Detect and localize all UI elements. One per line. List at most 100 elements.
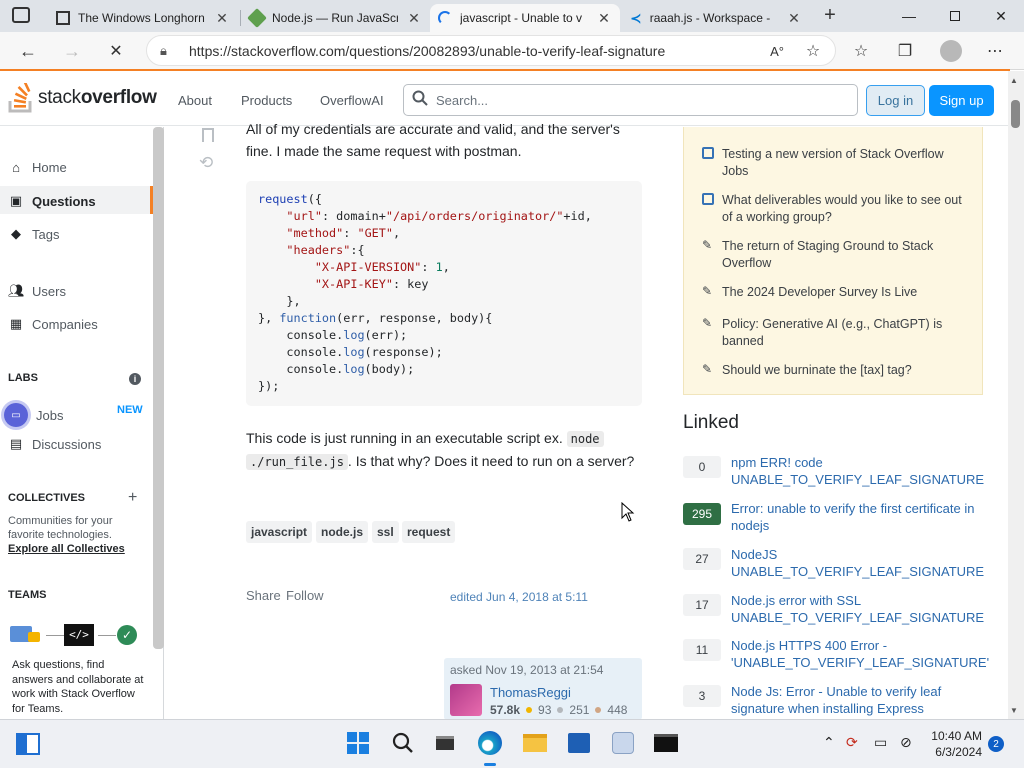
- search-input[interactable]: Search...: [403, 84, 858, 116]
- window-close-button[interactable]: ✕: [978, 0, 1024, 32]
- questions-icon: ▣: [9, 193, 23, 208]
- profile-avatar[interactable]: [936, 38, 966, 64]
- sidebar-item-companies[interactable]: ▦ Companies: [8, 316, 98, 332]
- logo-text: stackoverflow: [38, 87, 157, 108]
- teams-description: Ask questions, find answers and collabora…: [12, 659, 144, 715]
- tab-divider: [240, 10, 241, 26]
- linked-question-link[interactable]: NodeJS UNABLE_TO_VERIFY_LEAF_SIGNATURE: [731, 546, 984, 580]
- restore-button[interactable]: [932, 0, 978, 32]
- scroll-up-arrow[interactable]: ▲: [1010, 76, 1018, 85]
- file-explorer-icon[interactable]: [518, 726, 552, 760]
- close-icon[interactable]: ✕: [406, 10, 422, 27]
- tag-request[interactable]: request: [402, 521, 456, 543]
- linked-question-link[interactable]: Node.js HTTPS 400 Error - 'UNABLE_TO_VER…: [731, 637, 989, 671]
- linked-question-link[interactable]: Node.js error with SSL UNABLE_TO_VERIFY_…: [731, 592, 984, 626]
- search-icon: [412, 90, 428, 111]
- back-button[interactable]: ←: [12, 36, 44, 66]
- terminal-icon[interactable]: [649, 726, 683, 760]
- meta-link[interactable]: Should we burninate the [tax] tag?: [722, 362, 972, 379]
- linked-question-link[interactable]: Error: unable to verify the first certif…: [731, 500, 981, 534]
- add-favorite-icon[interactable]: ☆: [798, 38, 828, 64]
- meta-link[interactable]: What deliverables would you like to see …: [722, 192, 972, 226]
- read-aloud-icon[interactable]: A°: [762, 38, 792, 64]
- stop-button[interactable]: ✕: [100, 36, 132, 66]
- meta-link[interactable]: Testing a new version of Stack Overflow …: [722, 146, 972, 180]
- bookmark-icon[interactable]: [202, 128, 214, 142]
- add-collective-icon[interactable]: +: [128, 489, 137, 507]
- user-reputation: 57.8k 93 251 448: [490, 703, 628, 717]
- app-icon[interactable]: [606, 726, 640, 760]
- show-hidden-icons[interactable]: ⌃: [823, 734, 835, 751]
- edge-icon[interactable]: [473, 726, 507, 760]
- new-tab-button[interactable]: +: [818, 4, 842, 28]
- minimize-button[interactable]: —: [886, 0, 932, 32]
- sidebar-item-discussions[interactable]: ▤ Discussions: [8, 436, 102, 452]
- history-icon[interactable]: ⟲: [199, 153, 213, 173]
- tag-javascript[interactable]: javascript: [246, 521, 313, 543]
- sidebar-item-tags[interactable]: ◆ Tags: [8, 226, 59, 242]
- meta-link[interactable]: The return of Staging Ground to Stack Ov…: [722, 238, 972, 272]
- close-icon[interactable]: ✕: [214, 10, 230, 27]
- browser-tab-longhorn[interactable]: The Windows Longhorn ✕: [48, 4, 238, 32]
- task-view-icon[interactable]: [428, 726, 462, 760]
- tag-nodejs[interactable]: node.js: [316, 521, 369, 543]
- nav-products[interactable]: Products: [241, 93, 292, 108]
- linked-score-accepted: 295: [683, 503, 721, 525]
- favorites-icon[interactable]: ☆: [846, 38, 876, 64]
- browser-tab-stackoverflow[interactable]: javascript - Unable to v ✕: [430, 4, 620, 32]
- stackoverflow-logo[interactable]: stackoverflow: [8, 83, 157, 113]
- tag-ssl[interactable]: ssl: [372, 521, 399, 543]
- sidebar-item-questions[interactable]: ▣ Questions: [8, 193, 96, 209]
- meta-link[interactable]: Policy: Generative AI (e.g., ChatGPT) is…: [722, 316, 972, 350]
- browser-tab-nodejs[interactable]: Node.js — Run JavaScri ✕: [242, 4, 430, 32]
- browser-tab-vscode[interactable]: ≺ raaah.js - Workspace - ✕: [622, 4, 810, 32]
- login-button[interactable]: Log in: [866, 85, 925, 116]
- explore-collectives-link[interactable]: Explore all Collectives: [8, 543, 125, 555]
- sidebar-item-jobs[interactable]: ▭ Jobs: [4, 403, 63, 427]
- edited-timestamp[interactable]: edited Jun 4, 2018 at 5:11: [450, 590, 588, 604]
- browser-toolbar: ← → ✕ https://stackoverflow.com/question…: [0, 32, 1024, 70]
- vscode-icon: ≺: [630, 9, 642, 26]
- chat-bubble-icon: [702, 193, 714, 205]
- lock-icon[interactable]: 🔒︎: [160, 43, 167, 59]
- system-clock[interactable]: 10:40 AM 6/3/2024: [922, 728, 982, 760]
- scrollbar-thumb[interactable]: [1011, 100, 1020, 128]
- share-link[interactable]: Share: [246, 588, 281, 603]
- linked-question-link[interactable]: Node Js: Error - Unable to verify leaf s…: [731, 683, 981, 717]
- linked-score: 27: [683, 548, 721, 570]
- app-running-indicator: [484, 763, 496, 766]
- user-name[interactable]: ThomasReggi: [490, 685, 571, 700]
- search-icon[interactable]: [386, 726, 420, 760]
- scroll-down-arrow[interactable]: ▼: [1010, 706, 1018, 715]
- widgets-icon[interactable]: [16, 733, 40, 755]
- start-button[interactable]: [341, 726, 375, 760]
- linked-question-link[interactable]: npm ERR! code UNABLE_TO_VERIFY_LEAF_SIGN…: [731, 454, 984, 488]
- forward-button[interactable]: →: [56, 36, 88, 66]
- more-options-icon[interactable]: ⋯: [980, 38, 1010, 64]
- notification-badge[interactable]: 2: [988, 736, 1004, 752]
- nav-overflowai[interactable]: OverflowAI: [320, 93, 384, 108]
- nav-about[interactable]: About: [178, 93, 212, 108]
- address-bar[interactable]: https://stackoverflow.com/questions/2008…: [146, 35, 836, 66]
- follow-link[interactable]: Follow: [286, 588, 324, 603]
- tab-actions-icon[interactable]: [12, 7, 30, 23]
- collections-icon[interactable]: ❐: [890, 38, 920, 64]
- linked-score: 17: [683, 594, 721, 616]
- sidebar-item-home[interactable]: ⌂ Home: [8, 160, 67, 175]
- signup-button[interactable]: Sign up: [929, 85, 994, 116]
- display-icon[interactable]: ▭: [874, 734, 887, 751]
- sync-icon[interactable]: ⟳: [846, 734, 858, 751]
- sidebar-item-users[interactable]: 👥︎ Users: [8, 283, 66, 299]
- sidebar-scrollbar[interactable]: [153, 127, 164, 649]
- page-icon: [56, 11, 70, 25]
- close-icon[interactable]: ✕: [786, 10, 802, 27]
- network-icon[interactable]: ⊘: [900, 734, 912, 751]
- user-avatar[interactable]: [450, 684, 482, 716]
- page-scrollbar[interactable]: [1008, 71, 1024, 719]
- info-icon[interactable]: i: [129, 373, 141, 385]
- close-icon[interactable]: ✕: [596, 10, 612, 27]
- meta-link[interactable]: The 2024 Developer Survey Is Live: [722, 284, 972, 301]
- store-icon[interactable]: [562, 726, 596, 760]
- tab-title: javascript - Unable to v: [460, 11, 583, 25]
- labs-heading: LABS: [8, 372, 38, 384]
